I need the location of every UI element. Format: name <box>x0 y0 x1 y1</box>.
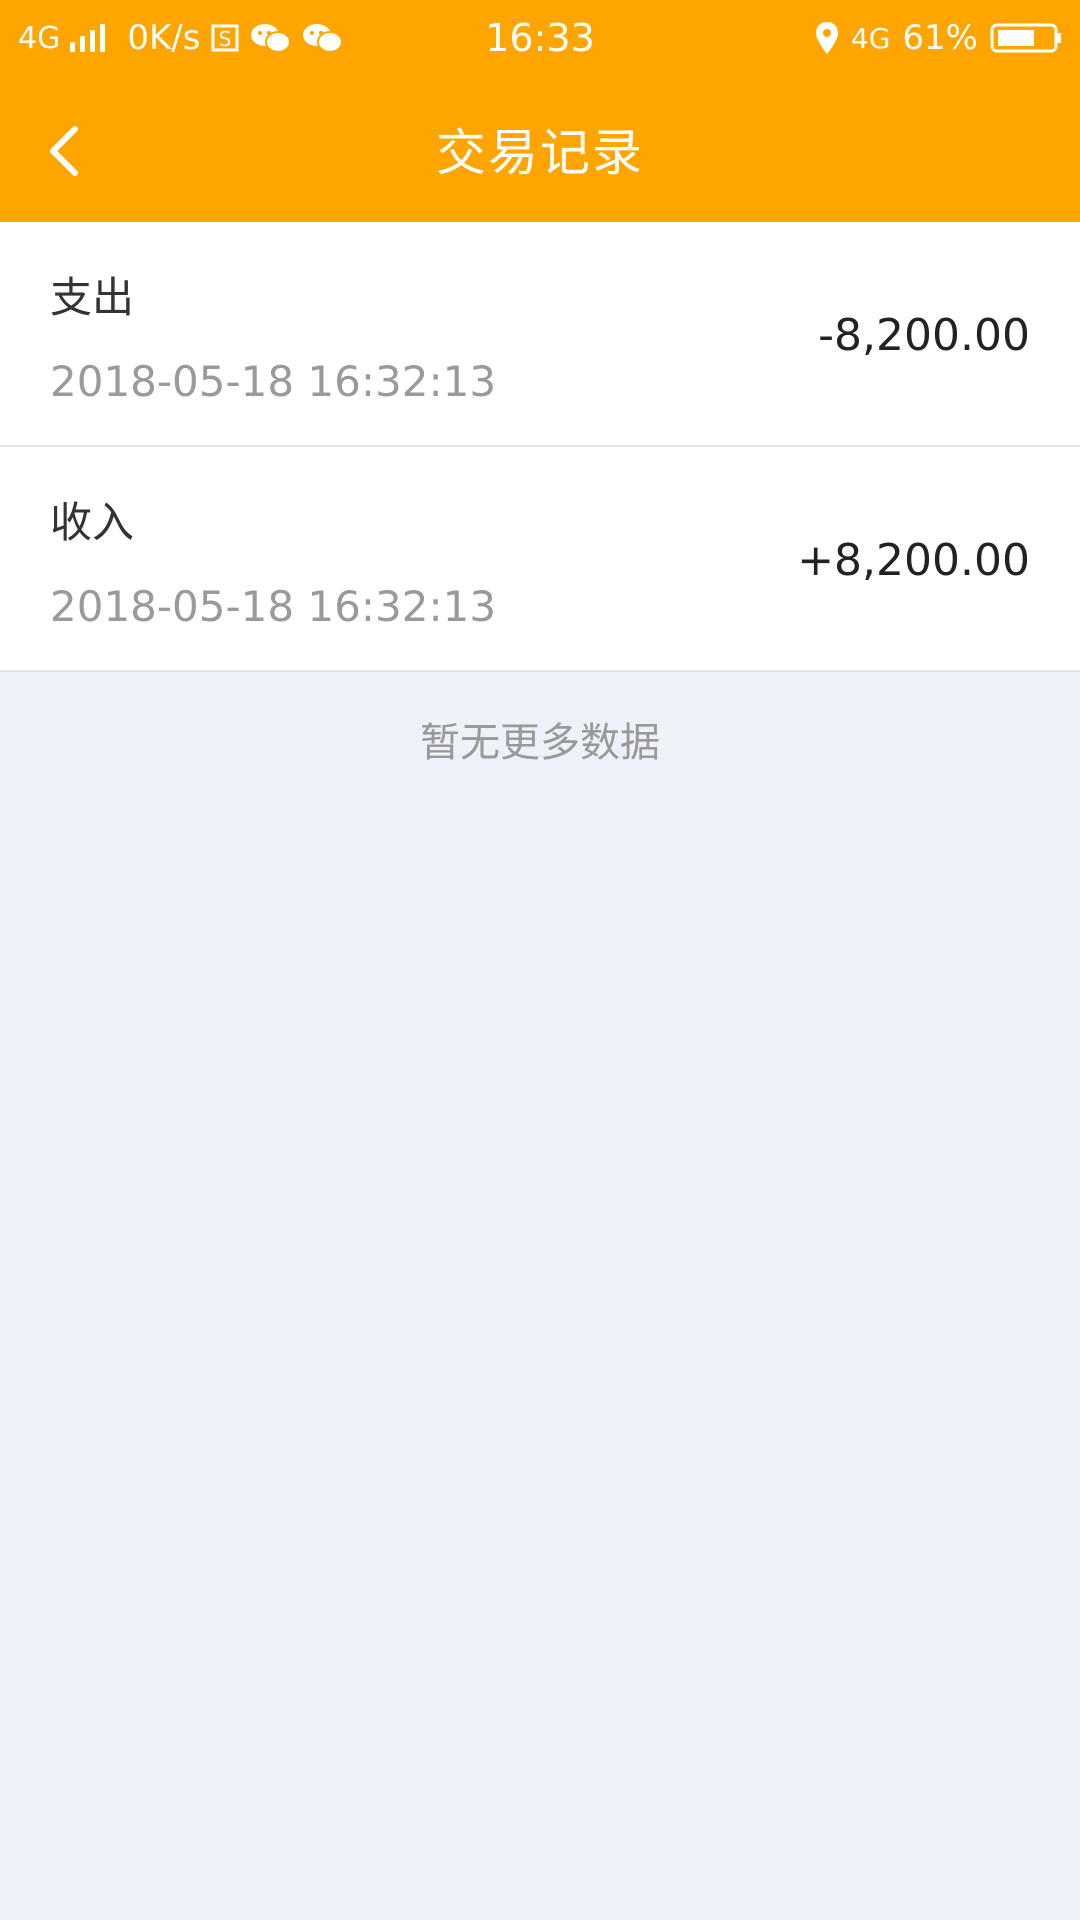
wechat-icon <box>250 21 292 55</box>
wechat-icon <box>302 21 344 55</box>
page-title: 交易记录 <box>436 124 644 182</box>
record-amount: +8,200.00 <box>797 535 1030 586</box>
signal-bars-icon <box>70 24 106 52</box>
record-amount: -8,200.00 <box>818 310 1030 361</box>
record-list: 支出 2018-05-18 16:32:13 -8,200.00 收入 2018… <box>0 222 1080 672</box>
sim-s-icon: S <box>210 23 240 53</box>
record-type-label: 收入 <box>50 498 135 547</box>
battery-icon <box>990 22 1062 54</box>
no-more-data-text: 暂无更多数据 <box>420 720 660 766</box>
status-bar: 4G 0K/s S 16:33 4G 61% <box>0 0 1080 76</box>
record-time: 2018-05-18 16:32:13 <box>50 582 497 631</box>
navigation-bar: 交易记录 <box>0 76 1080 222</box>
record-row-expense[interactable]: 支出 2018-05-18 16:32:13 -8,200.00 <box>0 222 1080 447</box>
svg-text:S: S <box>219 27 232 51</box>
status-bar-right: 4G 61% <box>815 18 1062 58</box>
record-type-label: 支出 <box>50 273 135 322</box>
network-type-right-label: 4G <box>850 21 891 55</box>
record-row-income[interactable]: 收入 2018-05-18 16:32:13 +8,200.00 <box>0 447 1080 672</box>
network-type-label: 4G <box>18 20 61 56</box>
status-bar-left: 4G 0K/s S <box>18 18 344 58</box>
location-pin-icon <box>815 21 839 55</box>
network-speed: 0K/s <box>127 18 201 58</box>
battery-percent: 61% <box>902 18 978 58</box>
record-time: 2018-05-18 16:32:13 <box>50 357 497 406</box>
